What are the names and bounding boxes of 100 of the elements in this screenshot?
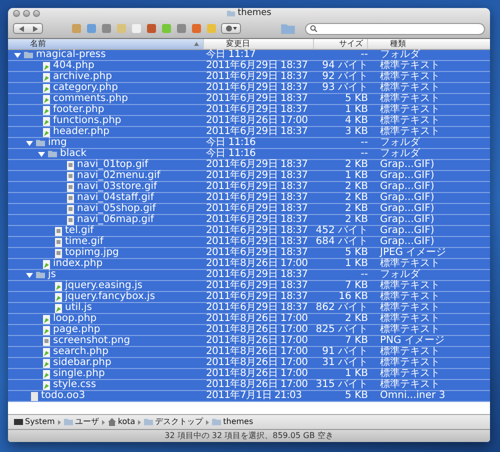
disclosure-triangle-icon[interactable] [14, 52, 21, 58]
modified-date: 2011年6月29日 18:37 [205, 61, 308, 71]
file-row[interactable]: header.php 2011年6月29日 18:37 3 KB 標準テキスト [8, 127, 490, 138]
file-row[interactable]: category.php 2011年6月29日 18:37 93 バイト 標準テキスト [8, 83, 490, 94]
disclosure-triangle-icon[interactable] [26, 272, 33, 278]
text-file-icon [43, 62, 50, 70]
path-separator-icon [102, 420, 105, 424]
file-kind: Grap...GIF) [379, 215, 434, 225]
file-row[interactable]: magical-press 今日 11:17 -- フォルダ [8, 50, 490, 61]
file-name: topimg.jpg [65, 248, 119, 258]
modified-date: 2011年8月26日 17:00 [205, 116, 308, 126]
disclosure-triangle-icon[interactable] [26, 140, 33, 146]
file-kind: JPEG イメージ [378, 248, 446, 258]
file-row[interactable]: js 2011年6月29日 18:37 -- フォルダ [8, 270, 490, 281]
file-row[interactable]: util.js 2011年6月29日 18:37 862 バイト 標準テキスト [8, 303, 490, 314]
file-name: navi_04staff.gif [77, 193, 154, 203]
text-file-icon [55, 292, 62, 302]
zoom-button[interactable] [33, 10, 40, 17]
modified-date: 2011年8月26日 17:00 [205, 259, 308, 269]
path-separator-icon [138, 420, 142, 424]
folder-icon [64, 418, 73, 426]
file-row[interactable]: time.gif 2011年6月29日 18:37 684 バイト Grap...GIF) [8, 237, 490, 248]
file-row[interactable]: black 今日 11:16 -- フォルダ [8, 149, 490, 160]
file-size: 3 KB [345, 127, 368, 137]
back-forward-button[interactable] [13, 23, 43, 34]
app-icon[interactable] [101, 23, 112, 34]
text-file-icon [43, 326, 50, 334]
file-size: 91 バイト [322, 347, 368, 357]
file-row[interactable]: navi_01top.gif 2011年6月29日 18:37 2 KB Grap...GIF) [8, 160, 490, 171]
file-row[interactable]: navi_02menu.gif 2011年6月29日 18:37 1 KB Grap...GIF) [8, 171, 490, 182]
file-row[interactable]: style.css 2011年8月26日 17:00 315 バイト 標準テキスト [8, 380, 490, 391]
file-kind: Grap...GIF) [379, 226, 434, 236]
modified-date: 2011年8月26日 17:00 [205, 380, 308, 390]
modified-date: 2011年6月29日 18:37 [205, 303, 308, 313]
window-title: themes [238, 8, 272, 19]
column-header[interactable]: 種類 [368, 39, 490, 49]
file-row[interactable]: tel.gif 2011年6月29日 18:37 452 バイト Grap...GIF) [8, 226, 490, 237]
file-row[interactable]: index.php 2011年8月26日 17:00 1 KB 標準テキスト [8, 259, 490, 270]
column-header[interactable]: 名前 [8, 39, 204, 49]
path-item[interactable]: デスクトップ [144, 417, 204, 427]
path-item[interactable]: System [14, 417, 55, 427]
text-file-icon [43, 348, 50, 356]
file-kind: 標準テキスト [379, 116, 440, 126]
text-file-icon [43, 358, 50, 368]
file-row[interactable]: 404.php 2011年6月29日 18:37 94 バイト 標準テキスト [8, 61, 490, 72]
action-menu-button[interactable] [221, 23, 241, 34]
app-icon[interactable] [176, 23, 187, 34]
app-icon[interactable] [86, 23, 97, 34]
close-button[interactable] [13, 10, 20, 17]
file-size: -- [360, 270, 368, 280]
file-row[interactable]: functions.php 2011年8月26日 17:00 4 KB 標準テキスト [8, 116, 490, 127]
path-item[interactable]: kota [108, 417, 136, 427]
file-row[interactable]: todo.oo3 2011年7月1日 21:03 5 KB Omni...iner 3 [8, 391, 490, 402]
folder-icon[interactable] [281, 22, 295, 34]
app-icon[interactable] [146, 23, 157, 34]
file-row[interactable]: comments.php 2011年6月29日 18:37 5 KB 標準テキスト [8, 94, 490, 105]
file-kind: 標準テキスト [379, 325, 440, 335]
file-row[interactable]: screenshot.png 2011年8月26日 17:00 7 KB PNG イメージ [8, 336, 490, 347]
file-size: 94 バイト [322, 61, 368, 71]
disclosure-triangle-icon[interactable] [38, 150, 45, 158]
file-kind: 標準テキスト [379, 292, 440, 302]
file-row[interactable]: jquery.easing.js 2011年6月29日 18:37 7 KB 標準テキスト [8, 281, 490, 292]
file-row[interactable]: navi_05shop.gif 2011年6月29日 18:37 2 KB Grap...GIF) [8, 204, 490, 215]
file-row[interactable]: footer.php 2011年6月29日 18:37 1 KB 標準テキスト [8, 105, 490, 116]
file-row[interactable]: archive.php 2011年6月29日 18:37 92 バイト 標準テキスト [8, 72, 490, 83]
file-kind: 標準テキスト [379, 72, 440, 82]
path-item[interactable]: themes [212, 417, 254, 427]
path-item[interactable]: ユーザ [64, 417, 99, 427]
app-icon[interactable] [131, 23, 142, 34]
document-icon [31, 392, 38, 400]
text-file-icon [55, 282, 62, 290]
file-row[interactable]: loop.php 2011年8月26日 17:00 2 KB 標準テキスト [8, 314, 490, 325]
file-size: 825 バイト [316, 325, 368, 335]
app-icon[interactable] [191, 23, 202, 34]
file-name: navi_05shop.gif [77, 204, 156, 214]
file-row[interactable]: navi_03store.gif 2011年6月29日 18:37 2 KB Grap...GIF) [8, 182, 490, 193]
file-kind: 標準テキスト [379, 94, 440, 104]
file-row[interactable]: topimg.jpg 2011年6月29日 18:37 5 KB JPEG イメージ [8, 248, 490, 259]
file-row[interactable]: navi_04staff.gif 2011年6月29日 18:37 2 KB Grap...GIF) [8, 193, 490, 204]
file-size: 93 バイト [322, 83, 368, 93]
file-row[interactable]: sidebar.php 2011年8月26日 17:00 31 バイト 標準テキスト [8, 358, 490, 369]
file-row[interactable]: navi_06map.gif 2011年6月29日 18:37 2 KB Grap...GIF) [8, 215, 490, 226]
modified-date: 今日 11:17 [205, 50, 256, 60]
column-header[interactable]: サイズ [314, 39, 368, 49]
column-header[interactable]: 変更日 [204, 39, 314, 49]
app-icon[interactable] [71, 23, 82, 34]
modified-date: 今日 11:16 [205, 138, 256, 148]
file-row[interactable]: search.php 2011年8月26日 17:00 91 バイト 標準テキスト [8, 347, 490, 358]
file-row[interactable]: page.php 2011年8月26日 17:00 825 バイト 標準テキスト [8, 325, 490, 336]
file-row[interactable]: jquery.fancybox.js 2011年6月29日 18:37 16 KB 標準テキスト [8, 292, 490, 303]
minimize-button[interactable] [23, 10, 30, 17]
text-file-icon [55, 304, 62, 312]
file-kind: 標準テキスト [379, 61, 440, 71]
file-name: navi_06map.gif [77, 215, 154, 225]
modified-date: 2011年8月26日 17:00 [205, 314, 308, 324]
file-size: 2 KB [345, 193, 368, 203]
file-row[interactable]: single.php 2011年8月26日 17:00 1 KB 標準テキスト [8, 369, 490, 380]
search-field[interactable] [305, 22, 485, 34]
file-kind: フォルダ [379, 270, 420, 280]
file-row[interactable]: img 今日 11:16 -- フォルダ [8, 138, 490, 149]
